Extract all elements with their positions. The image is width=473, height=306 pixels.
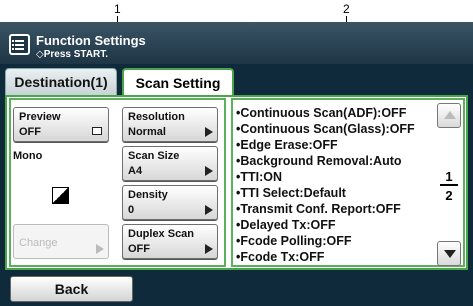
tab-destination[interactable]: Destination(1)	[5, 68, 117, 97]
preview-button[interactable]: Preview OFF	[13, 107, 109, 142]
mono-icon	[52, 187, 69, 204]
list-item: •Fcode Tx:OFF	[236, 250, 325, 264]
duplex-scan-label: Duplex Scan	[128, 228, 195, 240]
duplex-scan-button[interactable]: Duplex Scan OFF	[122, 224, 218, 259]
density-value: 0	[128, 204, 135, 216]
page-total: 2	[445, 188, 453, 203]
list-item: •Edge Erase:OFF	[236, 138, 338, 152]
arrow-right-icon	[205, 127, 213, 137]
density-label: Density	[128, 189, 168, 201]
scroll-up-icon	[444, 111, 456, 119]
resolution-value: Normal	[128, 126, 166, 138]
list-item: •TTI:ON	[236, 170, 283, 184]
change-label: Change	[19, 237, 58, 249]
scan-size-label: Scan Size	[128, 150, 180, 162]
preview-window-icon	[92, 127, 102, 135]
density-button[interactable]: Density 0	[122, 185, 218, 220]
resolution-button[interactable]: Resolution Normal	[122, 107, 218, 142]
preview-label: Preview	[19, 111, 61, 123]
list-item: •Background Removal:Auto	[236, 154, 402, 168]
list-item: •Delayed Tx:OFF	[236, 218, 336, 232]
start-key-icon: ◇	[36, 49, 44, 60]
page-current: 1	[440, 169, 458, 186]
list-item: •TTI Select:Default	[236, 186, 346, 200]
scan-size-value: A4	[128, 165, 143, 177]
scroll-down-button[interactable]	[437, 241, 461, 266]
arrow-right-icon	[96, 244, 104, 254]
list-item: •Continuous Scan(Glass):OFF	[236, 122, 415, 136]
scan-size-button[interactable]: Scan Size A4	[122, 146, 218, 181]
arrow-right-icon	[205, 205, 213, 215]
function-list-icon	[9, 34, 30, 55]
screen-instruction: ◇Press START.	[36, 49, 108, 60]
duplex-scan-value: OFF	[128, 243, 150, 255]
list-item: •Fcode Polling:OFF	[236, 234, 352, 248]
back-button[interactable]: Back	[10, 276, 133, 302]
screen-title: Function Settings	[36, 33, 146, 48]
list-item: •Continuous Scan(ADF):OFF	[236, 106, 407, 120]
arrow-right-icon	[205, 166, 213, 176]
preview-value: OFF	[19, 126, 41, 138]
color-mode-label: Mono	[13, 150, 43, 162]
callout-1: 1	[114, 2, 121, 16]
arrow-right-icon	[205, 244, 213, 254]
change-button[interactable]: Change	[13, 224, 109, 259]
scroll-down-icon	[444, 250, 456, 258]
scroll-up-button[interactable]	[437, 103, 461, 128]
list-item: •Transmit Conf. Report:OFF	[236, 202, 401, 216]
callout-2: 2	[343, 2, 350, 16]
resolution-label: Resolution	[128, 111, 185, 123]
